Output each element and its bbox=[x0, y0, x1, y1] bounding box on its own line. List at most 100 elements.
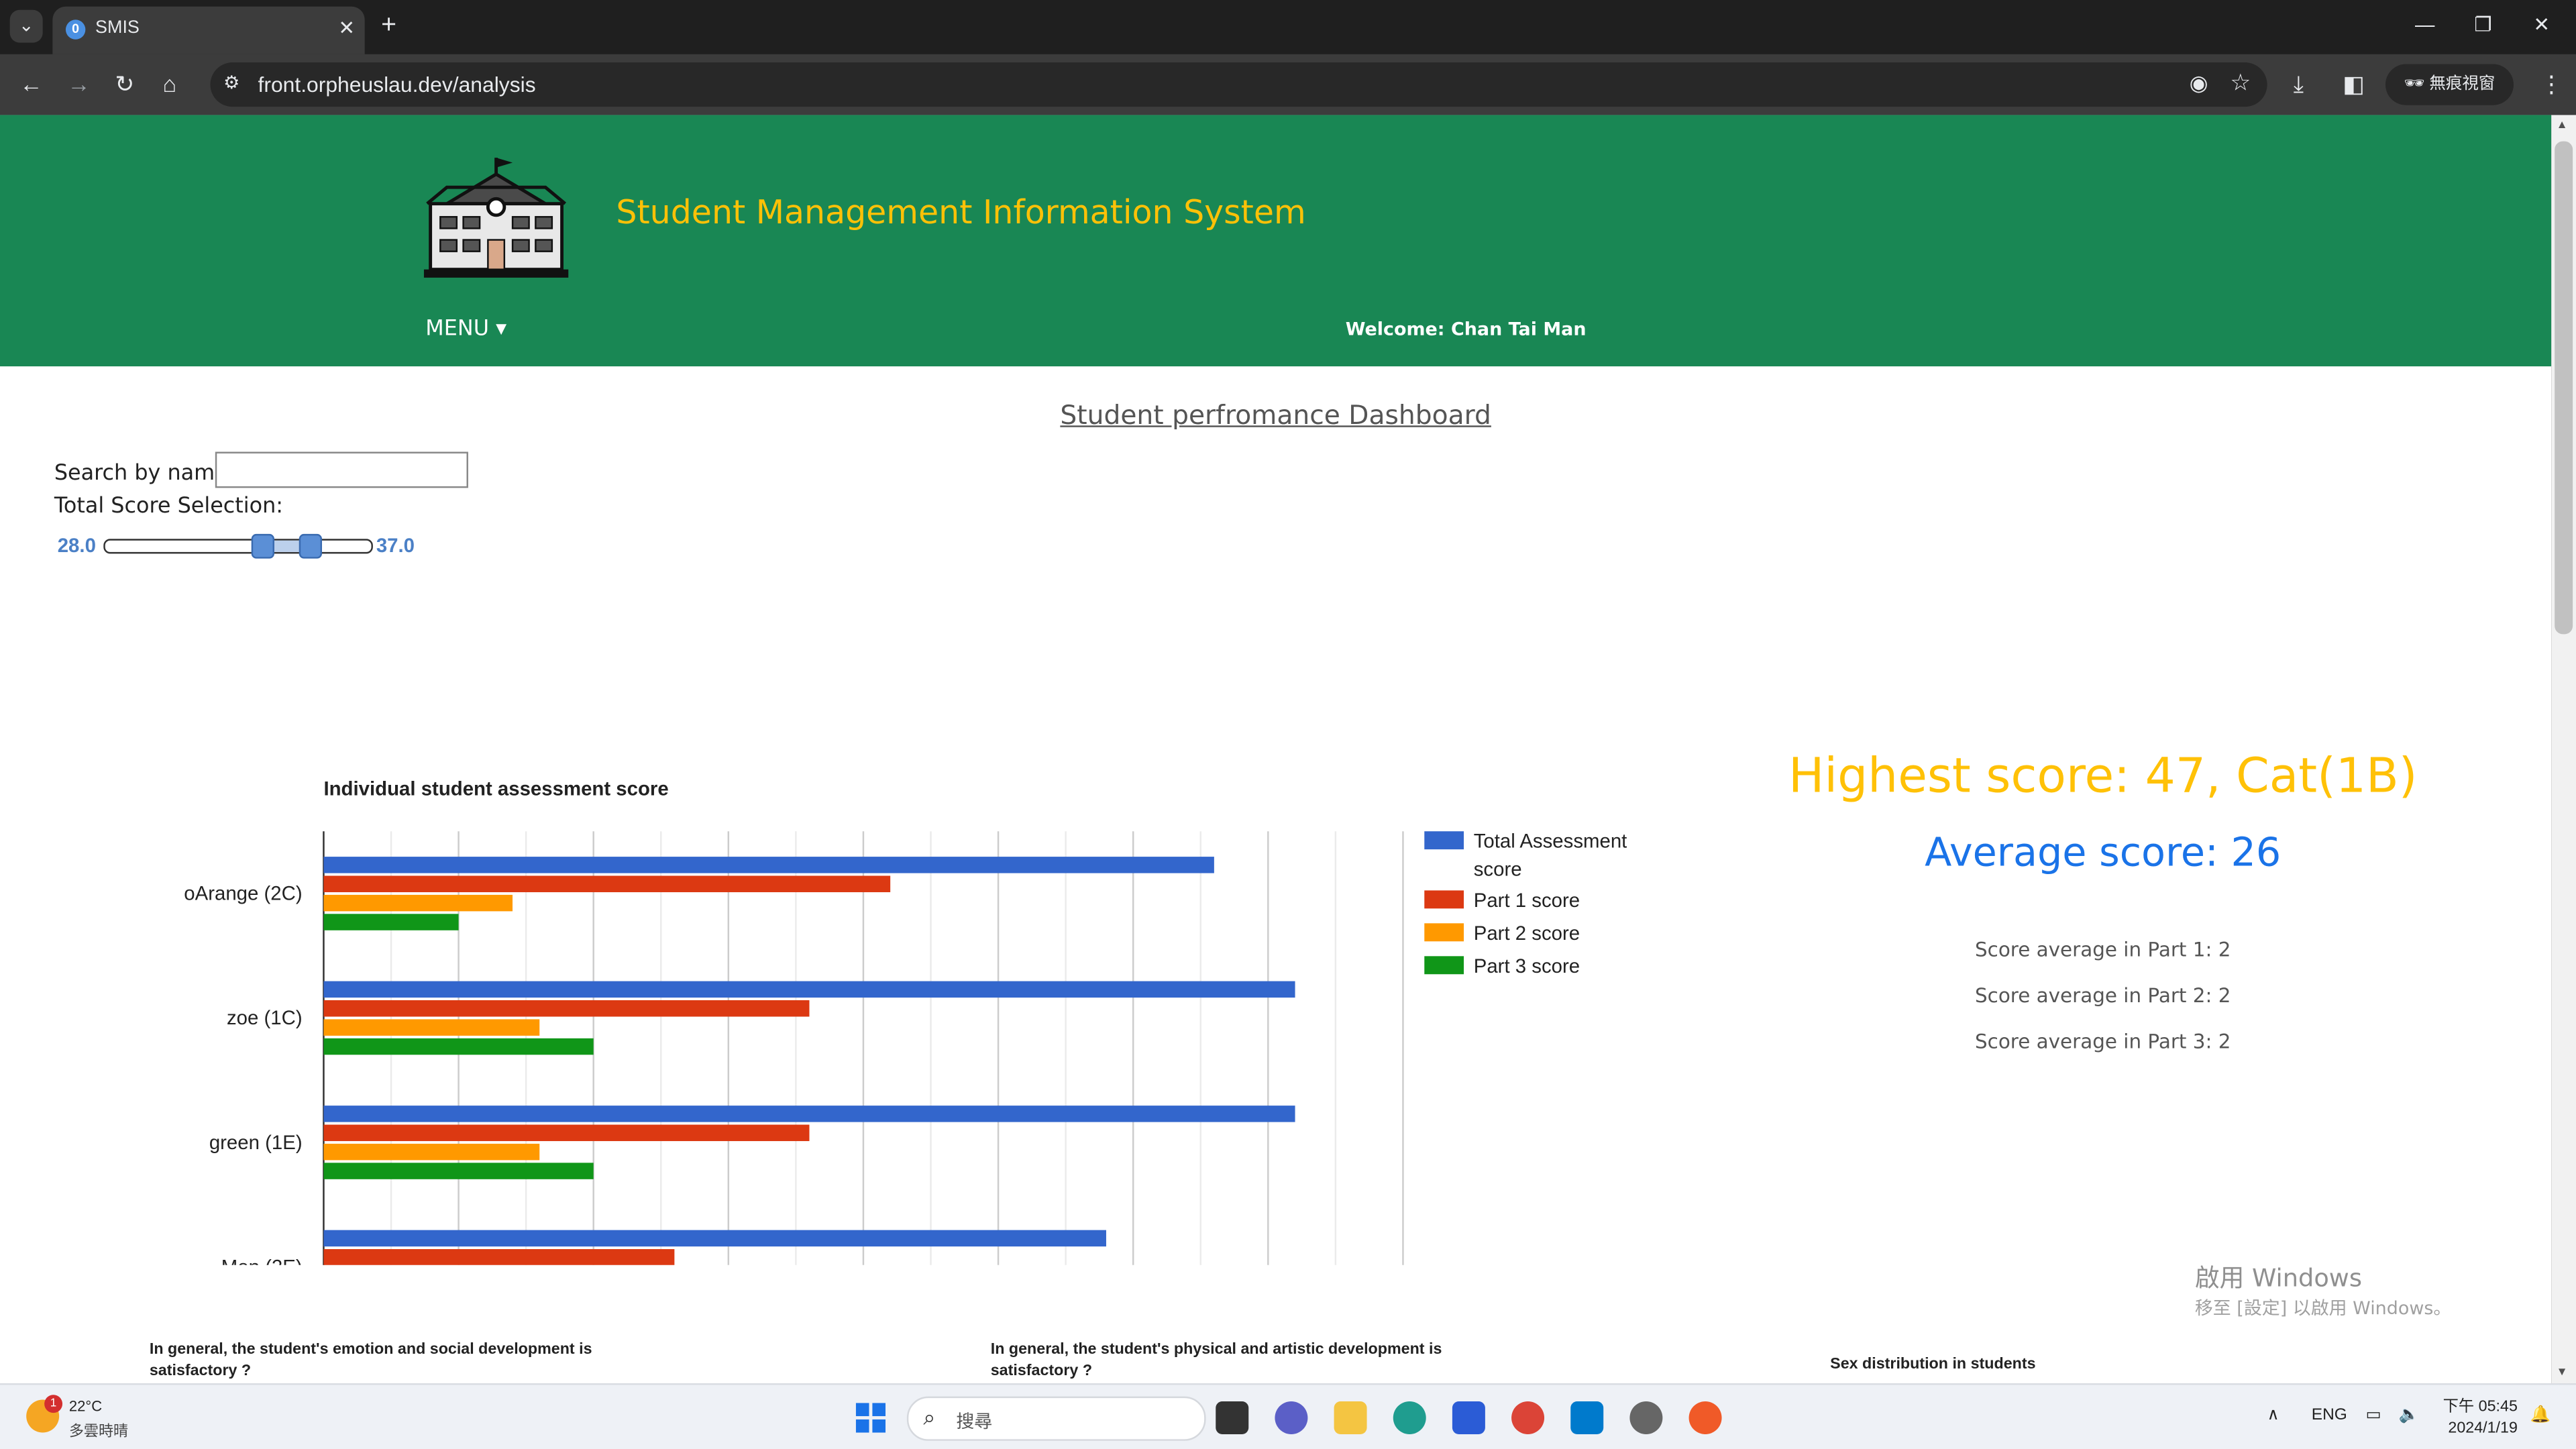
postman-icon[interactable] bbox=[1688, 1401, 1722, 1434]
legend-label-cont: score bbox=[1474, 858, 1522, 880]
back-button[interactable]: ← bbox=[19, 70, 42, 97]
download-icon[interactable]: ⤓ bbox=[2294, 70, 2304, 99]
y-category-label: zoe (1C) bbox=[227, 1007, 303, 1029]
home-button[interactable]: ⌂ bbox=[162, 70, 176, 97]
windows-activation-title: 啟用 Windows bbox=[2194, 1263, 2363, 1293]
range-label: Total Score Selection: bbox=[54, 494, 284, 519]
bookmark-star-icon[interactable]: ☆ bbox=[2230, 69, 2251, 97]
bar-2-4 bbox=[323, 1249, 675, 1265]
search-app-icon[interactable] bbox=[1629, 1401, 1663, 1434]
site-header: Student Management Information System ME… bbox=[0, 115, 2552, 367]
y-category-label: green (1E) bbox=[209, 1132, 303, 1154]
menu-label: MENU bbox=[425, 317, 489, 342]
school-logo-icon bbox=[423, 158, 569, 278]
site-title: Student Management Information System bbox=[616, 192, 1306, 232]
welcome-text: Welcome: Chan Tai Man bbox=[1345, 319, 1587, 340]
scroll-up-icon[interactable]: ▲ bbox=[2557, 120, 2568, 131]
bar-4-3 bbox=[323, 1163, 594, 1179]
chart-title: Individual student assessment score bbox=[323, 777, 668, 800]
caret-down-icon: ▾ bbox=[496, 317, 507, 342]
dashboard-title: Student perfromance Dashboard bbox=[1060, 399, 1491, 431]
legend-swatch bbox=[1424, 890, 1464, 909]
close-window-button[interactable]: ✕ bbox=[2533, 13, 2550, 36]
site-info-icon[interactable]: ⚙ bbox=[223, 72, 239, 93]
slider-min-handle[interactable] bbox=[252, 533, 275, 559]
clock-time: 下午 05:45 bbox=[2443, 1398, 2518, 1417]
slider-max-handle[interactable] bbox=[299, 533, 323, 559]
bar-1-2 bbox=[323, 981, 1295, 998]
incognito-indicator[interactable]: 🕶 無痕視窗 bbox=[2385, 64, 2514, 105]
chrome-icon[interactable] bbox=[1511, 1401, 1545, 1434]
bar-3-3 bbox=[323, 1143, 540, 1161]
weather-temperature: 22°C bbox=[68, 1398, 103, 1415]
scroll-down-icon[interactable]: ▼ bbox=[2557, 1367, 2568, 1379]
bar-2-2 bbox=[323, 1000, 810, 1017]
bar-1-3 bbox=[323, 1106, 1295, 1122]
part3-average: Score average in Part 3: 2 bbox=[1975, 1030, 2231, 1053]
notification-bell-icon[interactable]: 🔔 bbox=[2530, 1406, 2550, 1424]
store-icon[interactable] bbox=[1452, 1401, 1485, 1434]
minimize-button[interactable]: — bbox=[2415, 13, 2434, 36]
eye-icon[interactable]: ◉ bbox=[2190, 70, 2208, 97]
bar-4-2 bbox=[323, 1038, 594, 1055]
file-explorer-icon[interactable] bbox=[1334, 1401, 1367, 1434]
network-icon[interactable]: ▭ bbox=[2366, 1406, 2381, 1424]
forward-button[interactable]: → bbox=[67, 70, 90, 97]
address-bar[interactable]: ⚙ front.orpheuslau.dev/analysis ◉ ☆ bbox=[210, 62, 2267, 107]
legend-label: Part 2 score bbox=[1474, 922, 1580, 945]
menu-dropdown[interactable]: MENU ▾ bbox=[425, 317, 506, 342]
browser-menu-icon[interactable]: ⋮ bbox=[2540, 70, 2563, 99]
vscode-icon[interactable] bbox=[1570, 1401, 1604, 1434]
y-category-label: oArange (2C) bbox=[184, 883, 302, 905]
bar-2-1 bbox=[323, 875, 891, 892]
score-range-slider[interactable] bbox=[103, 533, 373, 559]
edge-icon[interactable] bbox=[1393, 1401, 1426, 1434]
sex-distribution-title: Sex distribution in students bbox=[1830, 1355, 2036, 1374]
dashboard-title-wrap: Student perfromance Dashboard bbox=[0, 399, 2551, 431]
legend-swatch bbox=[1424, 831, 1464, 850]
weather-badge: 1 bbox=[44, 1395, 63, 1413]
tab-title: SMIS bbox=[95, 17, 140, 38]
reload-button[interactable]: ↻ bbox=[115, 70, 134, 99]
new-tab-button[interactable]: + bbox=[381, 11, 396, 41]
part1-average: Score average in Part 1: 2 bbox=[1975, 938, 2231, 961]
tray-chevron-icon[interactable]: ∧ bbox=[2267, 1406, 2279, 1424]
legend-swatch bbox=[1424, 923, 1464, 942]
incognito-label: 無痕視窗 bbox=[2429, 75, 2496, 94]
restore-button[interactable]: ❐ bbox=[2474, 13, 2491, 36]
page-content: Student Management Information System ME… bbox=[0, 115, 2552, 1384]
bar-4-1 bbox=[323, 914, 459, 930]
volume-icon[interactable]: 🔈 bbox=[2399, 1406, 2419, 1424]
screen: ⌄ 0 SMIS ✕ + — ❐ ✕ ← → ↻ ⌂ ⚙ front.orphe… bbox=[0, 0, 2576, 1449]
windows-start-icon[interactable] bbox=[855, 1403, 886, 1433]
taskbar-search-placeholder: 搜尋 bbox=[956, 1413, 993, 1433]
tab-close-icon[interactable]: ✕ bbox=[338, 16, 355, 39]
task-view-icon[interactable] bbox=[1216, 1401, 1249, 1434]
range-max-value: 37.0 bbox=[376, 533, 415, 557]
stats-panel: Highest score: 47, Cat(1B) Average score… bbox=[1774, 747, 2432, 1053]
highest-score: Highest score: 47, Cat(1B) bbox=[1788, 747, 2418, 804]
emotion-chart-title: In general, the student's emotion and so… bbox=[149, 1340, 592, 1381]
browser-tab-bar: ⌄ 0 SMIS ✕ + — ❐ ✕ bbox=[0, 0, 2576, 54]
range-min-value: 28.0 bbox=[57, 533, 96, 557]
language-indicator[interactable]: ENG bbox=[2312, 1406, 2347, 1424]
windows-taskbar: 1 22°C 多雲時晴 ⌕ 搜尋 ∧ ENG ▭ 🔈 下午 05:45 2024… bbox=[0, 1383, 2576, 1449]
browser-tab[interactable]: 0 SMIS ✕ bbox=[52, 6, 365, 54]
tab-search-button[interactable]: ⌄ bbox=[9, 9, 43, 43]
search-label: Search by name bbox=[54, 462, 228, 486]
search-input[interactable] bbox=[215, 451, 468, 488]
legend-swatch bbox=[1424, 956, 1464, 975]
average-score: Average score: 26 bbox=[1925, 829, 2282, 876]
browser-toolbar: ← → ↻ ⌂ ⚙ front.orpheuslau.dev/analysis … bbox=[0, 54, 2576, 115]
clock[interactable]: 下午 05:45 2024/1/19 bbox=[2443, 1397, 2518, 1440]
page-scrollbar[interactable]: ▲ ▼ bbox=[2551, 115, 2576, 1384]
chat-icon[interactable] bbox=[1275, 1401, 1308, 1434]
side-panel-icon[interactable]: ◧ bbox=[2343, 70, 2364, 99]
scrollbar-thumb[interactable] bbox=[2555, 141, 2573, 635]
bar-3-2 bbox=[323, 1019, 540, 1036]
taskbar-search[interactable]: ⌕ 搜尋 bbox=[906, 1396, 1206, 1441]
part2-average: Score average in Part 2: 2 bbox=[1975, 983, 2231, 1008]
tab-favicon-icon: 0 bbox=[65, 19, 86, 40]
physical-chart-title: In general, the student's physical and a… bbox=[990, 1340, 1442, 1381]
url-text: front.orpheuslau.dev/analysis bbox=[258, 72, 536, 97]
